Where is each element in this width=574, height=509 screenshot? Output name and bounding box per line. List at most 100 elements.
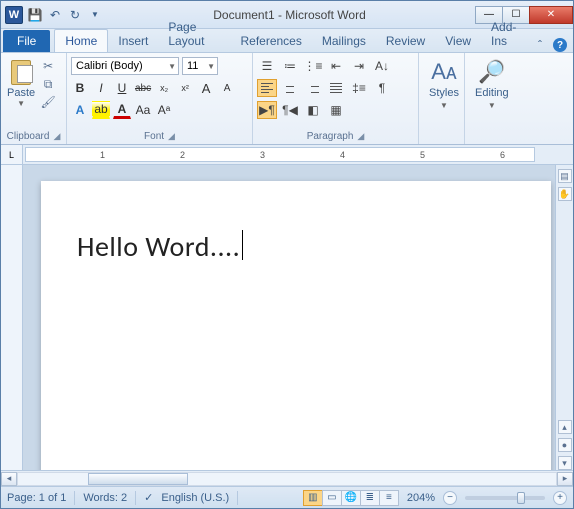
format-painter-icon[interactable]: 🖌 [41,95,55,109]
document-area: Hello Word.... ▤ ✋ ▴ ● ▾ [1,165,573,470]
cut-icon[interactable]: ✂ [41,59,55,73]
zoom-slider[interactable] [465,496,545,500]
outline-view[interactable]: ≣ [360,490,380,506]
save-icon[interactable]: 💾 [27,7,43,23]
tab-selector[interactable]: L [1,145,23,164]
font-dialog-launcher[interactable]: ◢ [168,131,175,142]
align-left-button[interactable] [257,79,277,97]
editing-button[interactable]: 🔎 Editing ▼ [469,55,515,110]
scroll-thumb[interactable] [88,473,188,485]
document-text[interactable]: Hello Word.... [77,229,240,264]
vertical-ruler[interactable] [1,165,23,470]
tab-mailings[interactable]: Mailings [312,30,376,52]
shading-button[interactable]: ◧ [303,101,323,119]
group-paragraph: ☰ ≔ ⋮≡ ⇤ ⇥ A↓ ‡≡ ¶ ▶¶ ¶◀ [253,53,419,144]
increase-indent-button[interactable]: ⇥ [349,57,369,75]
tab-addins[interactable]: Add-Ins [481,16,533,52]
group-styles: Aᴀ Styles ▼ [419,53,465,144]
redo-icon[interactable]: ↻ [67,7,83,23]
tab-view[interactable]: View [435,30,481,52]
grow-font-button[interactable]: A [197,79,215,97]
rtl-button[interactable]: ¶◀ [280,101,300,119]
strike-button[interactable]: abc [134,79,152,97]
styles-button[interactable]: Aᴀ Styles ▼ [423,55,465,110]
ribbon: Paste ▼ ✂ ⧉ 🖌 Clipboard◢ Calibri (Body)▼… [1,53,573,145]
browse-tray: ▤ ✋ ▴ ● ▾ [555,165,573,470]
superscript-button[interactable]: x² [176,79,194,97]
fullscreen-reading-view[interactable]: ▭ [322,490,342,506]
undo-icon[interactable]: ↶ [47,7,63,23]
paste-label: Paste [7,87,35,99]
align-center-button[interactable] [280,79,300,97]
minimize-ribbon-icon[interactable]: ˆ [533,38,547,52]
tab-review[interactable]: Review [376,30,435,52]
decrease-indent-button[interactable]: ⇤ [326,57,346,75]
horizontal-ruler[interactable]: 1 2 3 4 5 6 [25,147,535,162]
shrink-font-button[interactable]: A [218,79,236,97]
styles-icon: Aᴀ [431,59,457,85]
browse-object-icon[interactable]: ● [558,438,572,452]
close-button[interactable]: ✕ [529,6,573,24]
scroll-left-button[interactable]: ◂ [1,472,17,486]
file-tab[interactable]: File [3,30,50,52]
line-spacing-button[interactable]: ‡≡ [349,79,369,97]
qat-dropdown-icon[interactable]: ▼ [87,7,103,23]
page-viewport[interactable]: Hello Word.... [23,165,555,470]
change-case-button[interactable]: Aa [134,101,152,119]
ruler-row: L 1 2 3 4 5 6 [1,145,573,165]
text-effects-button[interactable]: A [71,101,89,119]
group-editing: 🔎 Editing ▼ [465,53,515,144]
proofing-icon[interactable]: ✓ [144,491,153,504]
find-icon: 🔎 [478,59,505,85]
clipboard-dialog-launcher[interactable]: ◢ [53,131,60,142]
status-words[interactable]: Words: 2 [83,492,127,504]
view-buttons: ▥ ▭ 🌐 ≣ ≡ [304,490,399,506]
tab-insert[interactable]: Insert [108,30,158,52]
web-layout-view[interactable]: 🌐 [341,490,361,506]
show-marks-button[interactable]: ¶ [372,79,392,97]
font-group-label: Font [144,131,164,142]
status-bar: Page: 1 of 1 Words: 2 ✓ English (U.S.) ▥… [1,486,573,508]
zoom-out-button[interactable]: − [443,491,457,505]
hand-tool-icon[interactable]: ✋ [558,187,572,201]
underline-button[interactable]: U [113,79,131,97]
horizontal-scrollbar: ◂ ▸ [1,470,573,486]
tab-references[interactable]: References [230,30,311,52]
paste-button[interactable]: Paste ▼ [5,55,37,108]
font-color-button[interactable]: A [113,101,131,119]
font-size-combo[interactable]: 11▼ [182,57,218,75]
bullets-button[interactable]: ☰ [257,57,277,75]
align-right-button[interactable] [303,79,323,97]
print-layout-view[interactable]: ▥ [303,490,323,506]
paragraph-dialog-launcher[interactable]: ◢ [357,131,364,142]
sort-button[interactable]: A↓ [372,57,392,75]
zoom-in-button[interactable]: + [553,491,567,505]
borders-button[interactable]: ▦ [326,101,346,119]
ruler-toggle-icon[interactable]: ▤ [558,169,572,183]
scroll-track[interactable] [17,472,557,486]
clear-format-button[interactable]: Aᵃ [155,101,173,119]
numbering-button[interactable]: ≔ [280,57,300,75]
scroll-right-button[interactable]: ▸ [557,472,573,486]
status-page[interactable]: Page: 1 of 1 [7,492,66,504]
zoom-slider-knob[interactable] [517,492,525,504]
highlight-button[interactable]: ab [92,101,110,119]
justify-button[interactable] [326,79,346,97]
draft-view[interactable]: ≡ [379,490,399,506]
italic-button[interactable]: I [92,79,110,97]
status-language[interactable]: English (U.S.) [161,492,229,504]
tab-page-layout[interactable]: Page Layout [158,16,230,52]
multilevel-button[interactable]: ⋮≡ [303,57,323,75]
subscript-button[interactable]: x₂ [155,79,173,97]
bold-button[interactable]: B [71,79,89,97]
next-page-icon[interactable]: ▾ [558,456,572,470]
copy-icon[interactable]: ⧉ [41,77,55,91]
help-icon[interactable]: ? [553,38,567,52]
font-family-combo[interactable]: Calibri (Body)▼ [71,57,179,75]
tab-home[interactable]: Home [54,29,108,52]
ltr-button[interactable]: ▶¶ [257,101,277,119]
prev-page-icon[interactable]: ▴ [558,420,572,434]
page[interactable]: Hello Word.... [41,181,551,470]
zoom-level[interactable]: 204% [407,492,435,504]
clipboard-group-label: Clipboard [7,131,50,142]
